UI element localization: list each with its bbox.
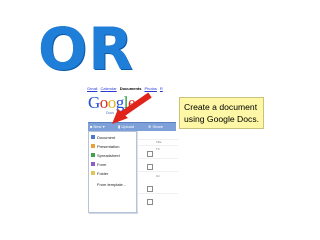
- red-pointer-arrow: [112, 92, 152, 124]
- instruction-callout: Create a document using Google Docs.: [179, 97, 264, 129]
- callout-text: Create a document using Google Docs.: [184, 102, 259, 124]
- arrow-shaft: [119, 92, 152, 118]
